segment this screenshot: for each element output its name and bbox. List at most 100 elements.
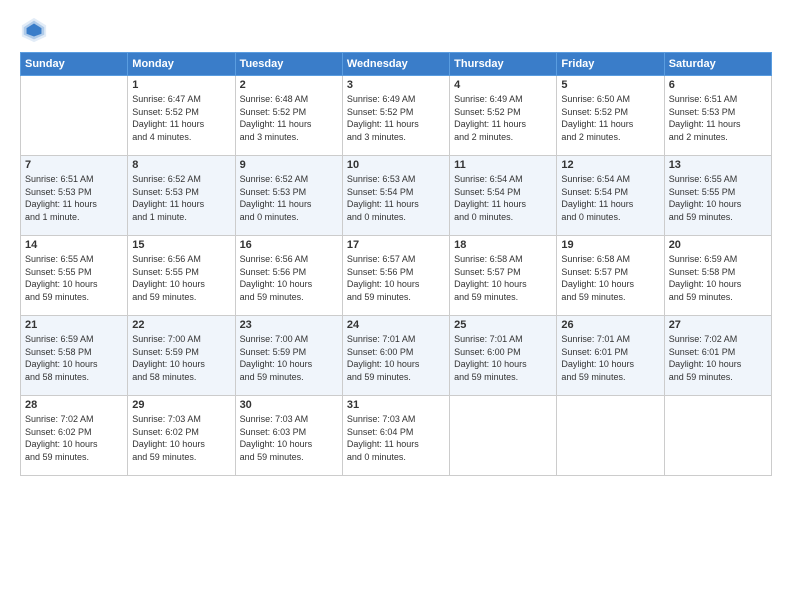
cell-info: Sunrise: 6:51 AMSunset: 5:53 PMDaylight:… xyxy=(669,93,767,143)
cell-info: Sunrise: 6:49 AMSunset: 5:52 PMDaylight:… xyxy=(454,93,552,143)
cell-info: Sunrise: 6:55 AMSunset: 5:55 PMDaylight:… xyxy=(669,173,767,223)
calendar-cell: 11 Sunrise: 6:54 AMSunset: 5:54 PMDayligh… xyxy=(450,156,557,236)
day-number: 18 xyxy=(454,239,552,251)
day-number: 20 xyxy=(669,239,767,251)
day-number: 8 xyxy=(132,159,230,171)
cell-info: Sunrise: 7:03 AMSunset: 6:03 PMDaylight:… xyxy=(240,413,338,463)
week-row-3: 21Sunrise: 6:59 AMSunset: 5:58 PMDayligh… xyxy=(21,316,772,396)
calendar-cell: 9 Sunrise: 6:52 AMSunset: 5:53 PMDaylight… xyxy=(235,156,342,236)
cell-info: Sunrise: 7:00 AMSunset: 5:59 PMDaylight:… xyxy=(240,333,338,383)
calendar-cell: 3 Sunrise: 6:49 AMSunset: 5:52 PMDaylight… xyxy=(342,76,449,156)
day-number: 16 xyxy=(240,239,338,251)
day-number: 24 xyxy=(347,319,445,331)
calendar-cell: 21Sunrise: 6:59 AMSunset: 5:58 PMDayligh… xyxy=(21,316,128,396)
cell-info: Sunrise: 7:02 AMSunset: 6:02 PMDaylight:… xyxy=(25,413,123,463)
cell-info: Sunrise: 6:48 AMSunset: 5:52 PMDaylight:… xyxy=(240,93,338,143)
calendar-cell: 30 Sunrise: 7:03 AMSunset: 6:03 PMDayligh… xyxy=(235,396,342,476)
week-row-2: 14 Sunrise: 6:55 AMSunset: 5:55 PMDayligh… xyxy=(21,236,772,316)
day-number: 14 xyxy=(25,239,123,251)
day-number: 4 xyxy=(454,79,552,91)
calendar-cell: 29 Sunrise: 7:03 AMSunset: 6:02 PMDayligh… xyxy=(128,396,235,476)
col-header-saturday: Saturday xyxy=(664,53,771,76)
day-number: 26 xyxy=(561,319,659,331)
cell-info: Sunrise: 6:56 AMSunset: 5:56 PMDaylight:… xyxy=(240,253,338,303)
calendar-cell: 2 Sunrise: 6:48 AMSunset: 5:52 PMDaylight… xyxy=(235,76,342,156)
cell-info: Sunrise: 6:49 AMSunset: 5:52 PMDaylight:… xyxy=(347,93,445,143)
day-number: 17 xyxy=(347,239,445,251)
day-number: 29 xyxy=(132,399,230,411)
logo xyxy=(20,16,52,44)
calendar-cell: 16 Sunrise: 6:56 AMSunset: 5:56 PMDayligh… xyxy=(235,236,342,316)
col-header-monday: Monday xyxy=(128,53,235,76)
cell-info: Sunrise: 7:03 AMSunset: 6:04 PMDaylight:… xyxy=(347,413,445,463)
day-number: 10 xyxy=(347,159,445,171)
cell-info: Sunrise: 6:57 AMSunset: 5:56 PMDaylight:… xyxy=(347,253,445,303)
day-number: 5 xyxy=(561,79,659,91)
col-header-friday: Friday xyxy=(557,53,664,76)
calendar-cell: 19 Sunrise: 6:58 AMSunset: 5:57 PMDayligh… xyxy=(557,236,664,316)
cell-info: Sunrise: 6:54 AMSunset: 5:54 PMDaylight:… xyxy=(454,173,552,223)
calendar-cell: 4 Sunrise: 6:49 AMSunset: 5:52 PMDaylight… xyxy=(450,76,557,156)
cell-info: Sunrise: 7:00 AMSunset: 5:59 PMDaylight:… xyxy=(132,333,230,383)
calendar-table: SundayMondayTuesdayWednesdayThursdayFrid… xyxy=(20,52,772,476)
cell-info: Sunrise: 6:47 AMSunset: 5:52 PMDaylight:… xyxy=(132,93,230,143)
calendar-cell xyxy=(664,396,771,476)
week-row-4: 28 Sunrise: 7:02 AMSunset: 6:02 PMDayligh… xyxy=(21,396,772,476)
col-header-sunday: Sunday xyxy=(21,53,128,76)
calendar-cell: 6 Sunrise: 6:51 AMSunset: 5:53 PMDaylight… xyxy=(664,76,771,156)
logo-icon xyxy=(20,16,48,44)
calendar-cell: 26Sunrise: 7:01 AMSunset: 6:01 PMDayligh… xyxy=(557,316,664,396)
calendar-cell: 14 Sunrise: 6:55 AMSunset: 5:55 PMDayligh… xyxy=(21,236,128,316)
cell-info: Sunrise: 6:58 AMSunset: 5:57 PMDaylight:… xyxy=(454,253,552,303)
cell-info: Sunrise: 6:56 AMSunset: 5:55 PMDaylight:… xyxy=(132,253,230,303)
calendar-cell xyxy=(557,396,664,476)
calendar-cell: 12 Sunrise: 6:54 AMSunset: 5:54 PMDayligh… xyxy=(557,156,664,236)
calendar-cell: 1 Sunrise: 6:47 AMSunset: 5:52 PMDaylight… xyxy=(128,76,235,156)
day-number: 30 xyxy=(240,399,338,411)
cell-info: Sunrise: 7:01 AMSunset: 6:00 PMDaylight:… xyxy=(347,333,445,383)
calendar-cell: 22Sunrise: 7:00 AMSunset: 5:59 PMDayligh… xyxy=(128,316,235,396)
cell-info: Sunrise: 7:03 AMSunset: 6:02 PMDaylight:… xyxy=(132,413,230,463)
cell-info: Sunrise: 6:58 AMSunset: 5:57 PMDaylight:… xyxy=(561,253,659,303)
day-number: 15 xyxy=(132,239,230,251)
cell-info: Sunrise: 6:51 AMSunset: 5:53 PMDaylight:… xyxy=(25,173,123,223)
cell-info: Sunrise: 6:59 AMSunset: 5:58 PMDaylight:… xyxy=(669,253,767,303)
col-header-wednesday: Wednesday xyxy=(342,53,449,76)
week-row-0: 1 Sunrise: 6:47 AMSunset: 5:52 PMDaylight… xyxy=(21,76,772,156)
calendar-cell: 10 Sunrise: 6:53 AMSunset: 5:54 PMDayligh… xyxy=(342,156,449,236)
day-number: 25 xyxy=(454,319,552,331)
day-number: 3 xyxy=(347,79,445,91)
day-number: 19 xyxy=(561,239,659,251)
calendar-cell: 20 Sunrise: 6:59 AMSunset: 5:58 PMDayligh… xyxy=(664,236,771,316)
cell-info: Sunrise: 6:52 AMSunset: 5:53 PMDaylight:… xyxy=(240,173,338,223)
calendar-cell: 8Sunrise: 6:52 AMSunset: 5:53 PMDaylight… xyxy=(128,156,235,236)
col-header-thursday: Thursday xyxy=(450,53,557,76)
day-number: 2 xyxy=(240,79,338,91)
day-number: 6 xyxy=(669,79,767,91)
day-number: 9 xyxy=(240,159,338,171)
cell-info: Sunrise: 6:59 AMSunset: 5:58 PMDaylight:… xyxy=(25,333,123,383)
calendar-cell: 17 Sunrise: 6:57 AMSunset: 5:56 PMDayligh… xyxy=(342,236,449,316)
cell-info: Sunrise: 6:53 AMSunset: 5:54 PMDaylight:… xyxy=(347,173,445,223)
cell-info: Sunrise: 6:55 AMSunset: 5:55 PMDaylight:… xyxy=(25,253,123,303)
calendar-cell: 7 Sunrise: 6:51 AMSunset: 5:53 PMDaylight… xyxy=(21,156,128,236)
calendar-cell: 23Sunrise: 7:00 AMSunset: 5:59 PMDayligh… xyxy=(235,316,342,396)
day-number: 28 xyxy=(25,399,123,411)
day-number: 13 xyxy=(669,159,767,171)
day-number: 12 xyxy=(561,159,659,171)
day-number: 31 xyxy=(347,399,445,411)
calendar-cell xyxy=(21,76,128,156)
col-header-tuesday: Tuesday xyxy=(235,53,342,76)
day-number: 7 xyxy=(25,159,123,171)
calendar-cell: 15 Sunrise: 6:56 AMSunset: 5:55 PMDayligh… xyxy=(128,236,235,316)
calendar-cell: 28 Sunrise: 7:02 AMSunset: 6:02 PMDayligh… xyxy=(21,396,128,476)
calendar-cell: 24 Sunrise: 7:01 AMSunset: 6:00 PMDayligh… xyxy=(342,316,449,396)
calendar-cell xyxy=(450,396,557,476)
day-number: 11 xyxy=(454,159,552,171)
day-number: 1 xyxy=(132,79,230,91)
calendar-cell: 25Sunrise: 7:01 AMSunset: 6:00 PMDayligh… xyxy=(450,316,557,396)
calendar-cell: 5 Sunrise: 6:50 AMSunset: 5:52 PMDaylight… xyxy=(557,76,664,156)
cell-info: Sunrise: 6:50 AMSunset: 5:52 PMDaylight:… xyxy=(561,93,659,143)
cell-info: Sunrise: 6:54 AMSunset: 5:54 PMDaylight:… xyxy=(561,173,659,223)
calendar-cell: 18 Sunrise: 6:58 AMSunset: 5:57 PMDayligh… xyxy=(450,236,557,316)
